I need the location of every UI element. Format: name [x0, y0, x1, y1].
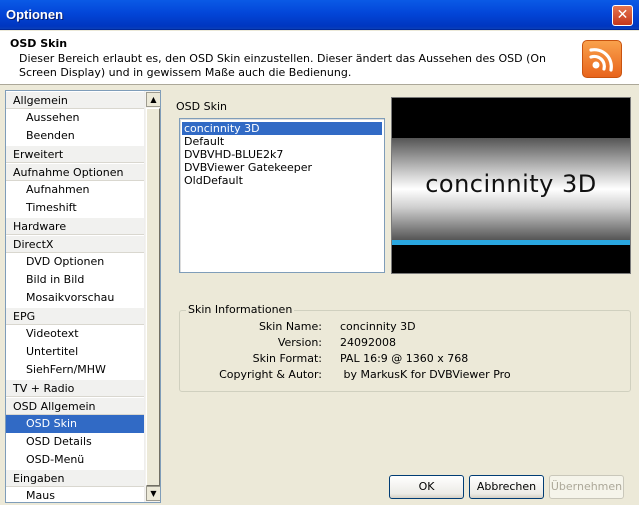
nav-item[interactable]: Aufnahmen	[6, 181, 144, 199]
scroll-up-button[interactable]: ▲	[146, 92, 160, 107]
title-bar: Optionen ✕	[0, 0, 639, 30]
arrow-down-icon: ▼	[150, 489, 157, 498]
section-description: Dieser Bereich erlaubt es, den OSD Skin …	[19, 52, 546, 79]
nav-item[interactable]: Hardware	[6, 217, 144, 235]
skin-info-legend: Skin Informationen	[186, 303, 295, 316]
nav-item[interactable]: OSD Skin	[6, 415, 144, 433]
skin-list-item[interactable]: OldDefault	[182, 174, 382, 187]
info-key: Copyright & Autor:	[219, 368, 322, 381]
scroll-thumb[interactable]	[146, 108, 160, 486]
nav-scrollbar[interactable]: ▲ ▼	[144, 91, 160, 502]
info-key: Skin Format:	[252, 352, 322, 365]
options-navigation: Allgemein Aussehen Beenden Erweitert Aufnahm…	[5, 90, 161, 503]
nav-item[interactable]: Timeshift	[6, 199, 144, 217]
nav-item[interactable]: OSD Details	[6, 433, 144, 451]
close-button[interactable]: ✕	[612, 5, 633, 26]
preview-accent-line	[392, 240, 630, 245]
info-row: Skin Name: concinnity 3D	[180, 320, 630, 334]
nav-list: Allgemein Aussehen Beenden Erweitert Aufnahm…	[6, 91, 144, 502]
close-icon: ✕	[616, 7, 629, 23]
nav-item[interactable]: OSD Allgemein	[6, 397, 144, 415]
nav-item[interactable]: Videotext	[6, 325, 144, 343]
info-row: Copyright & Autor: by MarkusK for DVBVie…	[180, 368, 630, 382]
info-row: Version: 24092008	[180, 336, 630, 350]
apply-button[interactable]: Übernehmen	[549, 475, 624, 499]
info-value: by MarkusK for DVBViewer Pro	[340, 368, 511, 381]
nav-item[interactable]: OSD-Menü	[6, 451, 144, 469]
ok-button[interactable]: OK	[389, 475, 464, 499]
cancel-button[interactable]: Abbrechen	[469, 475, 544, 499]
skin-listbox[interactable]: concinnity 3D Default DVBVHD-BLUE2k7 DVBVie…	[179, 118, 385, 273]
scroll-down-button[interactable]: ▼	[146, 486, 160, 501]
skin-list-label: OSD Skin	[176, 100, 227, 113]
nav-item[interactable]: DVD Optionen	[6, 253, 144, 271]
info-key: Version:	[277, 336, 322, 349]
arrow-up-icon: ▲	[150, 95, 157, 104]
info-key: Skin Name:	[258, 320, 322, 333]
nav-item[interactable]: Untertitel	[6, 343, 144, 361]
section-title: OSD Skin	[10, 37, 68, 50]
nav-item[interactable]: Erweitert	[6, 145, 144, 163]
nav-item[interactable]: Aufnahme Optionen	[6, 163, 144, 181]
nav-item[interactable]: DirectX	[6, 235, 144, 253]
nav-item[interactable]: Beenden	[6, 127, 144, 145]
nav-item[interactable]: Aussehen	[6, 109, 144, 127]
skin-preview: concinnity 3D	[391, 97, 631, 274]
rss-feed-icon	[582, 40, 622, 78]
info-row: Skin Format: PAL 16:9 @ 1360 x 768	[180, 352, 630, 366]
nav-item[interactable]: TV + Radio	[6, 379, 144, 397]
nav-item[interactable]: Mosaikvorschau	[6, 289, 144, 307]
preview-logo-text: concinnity 3D	[425, 170, 597, 198]
skin-info-group: Skin Informationen Skin Name: concinnity …	[179, 303, 631, 392]
window-title: Optionen	[6, 7, 64, 22]
info-value: PAL 16:9 @ 1360 x 768	[340, 352, 469, 365]
info-value: concinnity 3D	[340, 320, 416, 333]
nav-item[interactable]: EPG	[6, 307, 144, 325]
skin-list-item[interactable]: DVBVHD-BLUE2k7	[182, 148, 382, 161]
nav-item[interactable]: Bild in Bild	[6, 271, 144, 289]
nav-item[interactable]: Maus	[6, 487, 144, 502]
skin-list-item[interactable]: concinnity 3D	[182, 122, 382, 135]
info-value: 24092008	[340, 336, 396, 349]
nav-item[interactable]: Allgemein	[6, 91, 144, 109]
section-header: OSD Skin Dieser Bereich erlaubt es, den …	[0, 31, 639, 85]
skin-list-item[interactable]: Default	[182, 135, 382, 148]
nav-item[interactable]: SiehFern/MHW	[6, 361, 144, 379]
nav-item[interactable]: Eingaben	[6, 469, 144, 487]
skin-list-item[interactable]: DVBViewer Gatekeeper	[182, 161, 382, 174]
